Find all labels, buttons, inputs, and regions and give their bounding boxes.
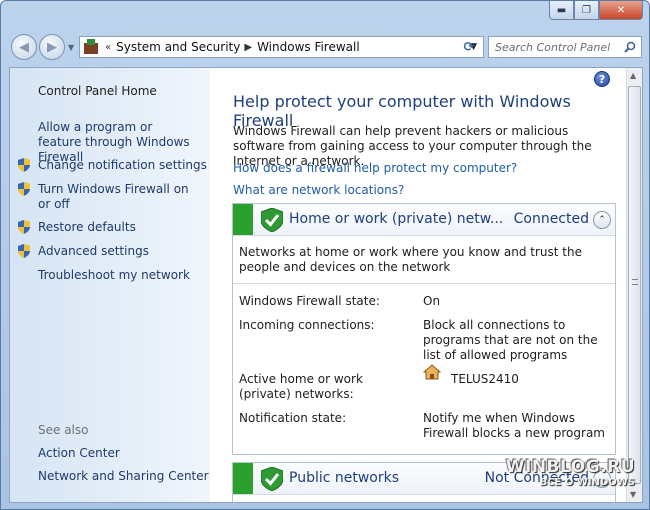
refresh-button[interactable]: ⟳ — [458, 36, 480, 58]
active-network-name: TELUS2410 — [451, 372, 519, 386]
uac-shield-icon — [18, 220, 30, 234]
control-panel-icon — [83, 39, 101, 55]
scrollbar-thumb[interactable] — [628, 86, 641, 484]
scroll-up-icon[interactable]: ▲ — [630, 71, 636, 80]
help-icon[interactable]: ? — [594, 71, 610, 87]
forward-button[interactable]: ▶ — [39, 34, 65, 60]
control-panel-home-link[interactable]: Control Panel Home — [38, 84, 157, 98]
firewall-state-label: Windows Firewall state: — [239, 294, 380, 308]
advanced-settings-link[interactable]: Advanced settings — [38, 244, 149, 259]
main-pane: ? Help protect your computer with Window… — [210, 68, 628, 502]
firewall-state-value: On — [423, 294, 441, 308]
status-color-bar — [233, 463, 253, 494]
vertical-scrollbar[interactable]: ▲ ▼ — [626, 68, 642, 502]
caption-buttons: ▬ ❐ ✕ — [549, 1, 643, 21]
search-icon[interactable] — [624, 41, 636, 53]
green-shield-check-icon — [261, 467, 283, 491]
breadcrumb-system-and-security[interactable]: System and Security — [116, 40, 240, 54]
recent-pages-dropdown-icon[interactable]: ▼ — [68, 43, 74, 52]
how-firewall-helps-link[interactable]: How does a firewall help protect my comp… — [233, 161, 517, 175]
breadcrumb-arrow-icon[interactable]: ▶ — [244, 42, 252, 53]
incoming-connections-label: Incoming connections: — [239, 318, 375, 332]
content-area: Control Panel Home Allow a program or fe… — [9, 67, 643, 503]
network-locations-link[interactable]: What are network locations? — [233, 183, 404, 197]
breadcrumb-windows-firewall[interactable]: Windows Firewall — [257, 40, 360, 54]
scroll-down-icon[interactable]: ▼ — [630, 490, 636, 499]
notification-state-value: Notify me when Windows Firewall blocks a… — [423, 411, 605, 440]
uac-shield-icon — [18, 244, 30, 258]
home-network-description: Networks at home or work where you know … — [233, 236, 615, 284]
window-frame: ▬ ❐ ✕ ◀ ▶ ▼ « System and Security ▶ Wind… — [0, 0, 650, 510]
restore-defaults-link[interactable]: Restore defaults — [38, 220, 136, 235]
close-button[interactable]: ✕ — [599, 1, 643, 20]
network-sharing-center-link[interactable]: Network and Sharing Center — [38, 469, 209, 484]
watermark-title: WINBLOG.RU — [505, 457, 635, 477]
home-network-icon — [423, 364, 441, 380]
uac-shield-icon — [18, 182, 30, 196]
home-network-status: Connected — [513, 211, 589, 227]
task-pane: Control Panel Home Allow a program or fe… — [10, 68, 210, 502]
change-notification-settings-link[interactable]: Change notification settings — [38, 158, 207, 173]
public-network-name: Public networks — [289, 470, 400, 486]
uac-shield-icon — [18, 158, 30, 172]
home-network-name: Home or work (private) netw... — [289, 211, 504, 227]
back-button[interactable]: ◀ — [11, 34, 37, 60]
green-shield-check-icon — [261, 208, 283, 232]
troubleshoot-network-link[interactable]: Troubleshoot my network — [38, 268, 190, 283]
action-center-link[interactable]: Action Center — [38, 446, 120, 461]
minimize-button[interactable]: ▬ — [549, 1, 574, 20]
search-input[interactable] — [495, 40, 615, 54]
watermark: WINBLOG.RU ВСЁ О WINDOWS — [506, 457, 635, 488]
incoming-connections-value: Block all connections to programs that a… — [423, 318, 598, 362]
scrollbar-grip-icon — [632, 279, 638, 285]
search-box[interactable] — [488, 36, 642, 58]
watermark-subtitle: ВСЁ О WINDOWS — [539, 477, 635, 488]
collapse-chevron-icon[interactable]: ⌃ — [593, 211, 611, 229]
notification-state-label: Notification state: — [239, 411, 347, 425]
maximize-button[interactable]: ❐ — [574, 1, 599, 20]
home-network-header[interactable]: Home or work (private) netw... Connected… — [233, 204, 615, 236]
active-networks-label: Active home or work (private) networks: — [239, 372, 363, 401]
address-bar[interactable]: « System and Security ▶ Windows Firewall… — [79, 36, 484, 58]
home-network-panel: Home or work (private) netw... Connected… — [232, 203, 616, 455]
status-color-bar — [233, 204, 253, 235]
breadcrumb-overflow-icon[interactable]: « — [105, 42, 111, 53]
turn-firewall-on-off-link[interactable]: Turn Windows Firewall on or off — [38, 182, 198, 212]
see-also-heading: See also — [38, 423, 89, 437]
